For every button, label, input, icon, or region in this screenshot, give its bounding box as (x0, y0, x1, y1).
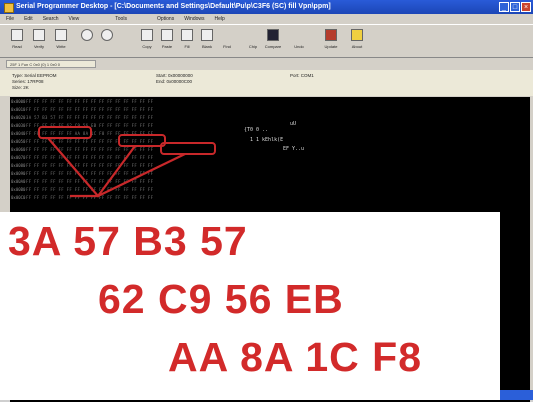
zoom-in-icon (81, 29, 93, 41)
highlight-box (118, 134, 166, 147)
toolbar-button-blank[interactable]: Blank (198, 28, 216, 52)
close-button[interactable]: × (521, 2, 531, 12)
callout-bytes-3: AA 8A 1C F8 (168, 334, 423, 380)
device-type: Type: Serial EEPROM (12, 73, 57, 78)
menu-options[interactable]: Options (157, 14, 174, 24)
menu-search[interactable]: Search (43, 14, 59, 24)
ascii-text: 1 1 kEhlk(E (250, 137, 284, 143)
document-tab[interactable]: 25F 1 Fun C 0x0 (0) 1 0x0 0 (6, 60, 96, 68)
menu-view[interactable]: View (69, 14, 80, 24)
row-address: 0x0060 (11, 147, 26, 152)
title-bar[interactable]: Serial Programmer Desktop - [C:\Document… (0, 0, 533, 14)
application-window: Serial Programmer Desktop - [C:\Document… (0, 0, 533, 402)
maximize-button[interactable]: □ (510, 2, 520, 12)
row-bytes[interactable]: FF FF FF FF FF FF FF FF FF FF FF FF FF F… (26, 179, 153, 184)
toolbar-button-zoom-in[interactable] (78, 28, 96, 52)
row-address: 0x00A0 (11, 179, 26, 184)
fill-icon (181, 29, 193, 41)
compare-icon (267, 29, 279, 41)
paste-icon (161, 29, 173, 41)
row-bytes[interactable]: 3A 57 B3 57 FF FF FF FF FF FF FF FF FF F… (26, 115, 153, 120)
menu-file[interactable]: File (6, 14, 14, 24)
app-icon (4, 3, 14, 13)
row-bytes[interactable]: FF FF FF FF FF FF FF FF FF FF FF FF FF F… (26, 155, 153, 160)
undo-icon (293, 29, 305, 41)
row-bytes[interactable]: FF FF FF FF FF FF FF FF FF FF FF FF FF F… (26, 187, 153, 192)
row-bytes[interactable]: FF FF FF FF FF FF FF FF FF FF FF FF FF F… (26, 147, 153, 152)
row-address: 0x00C0 (11, 195, 26, 200)
toolbar-button-write[interactable]: Write (52, 28, 70, 52)
device-series: Series: 17RP08 (12, 79, 44, 84)
toolbar-button-zoom-out[interactable] (98, 28, 116, 52)
row-address: 0x0020 (11, 115, 26, 120)
toolbar-button-paste[interactable]: Paste (158, 28, 176, 52)
chip-icon (247, 29, 259, 41)
menu-windows[interactable]: Windows (184, 14, 204, 24)
minimize-button[interactable]: _ (499, 2, 509, 12)
toolbar-button-undo[interactable]: Undo (290, 28, 308, 52)
ascii-text: uU (290, 121, 297, 127)
menu-bar: File Edit Search View Tools Options Wind… (0, 14, 533, 24)
ascii-text: EF Y..u (283, 146, 305, 152)
toolbar-button-verify[interactable]: Verify (30, 28, 48, 52)
copy-icon (141, 29, 153, 41)
read-icon (11, 29, 23, 41)
verify-icon (33, 29, 45, 41)
row-bytes[interactable]: FF FF FF FF FF FF FF FF FF FF FF FF FF F… (26, 107, 153, 112)
toolbar-button-about[interactable]: About (348, 28, 366, 52)
device-port: Port: COM1 (290, 73, 314, 78)
row-address: 0x0010 (11, 107, 26, 112)
toolbar-button-update[interactable]: Update (322, 28, 340, 52)
toolbar-button-compare[interactable]: Compare (264, 28, 282, 52)
taskbar[interactable] (500, 390, 533, 400)
row-address: 0x0070 (11, 155, 26, 160)
device-start: Start: 0x00000000 (156, 73, 193, 78)
row-address: 0x0000 (11, 99, 26, 104)
zoom-out-icon (101, 29, 113, 41)
write-icon (55, 29, 67, 41)
menu-help[interactable]: Help (215, 14, 225, 24)
row-address: 0x0090 (11, 171, 26, 176)
row-bytes[interactable]: FF FF FF FF FF FF FF FF FF FF FF FF FF F… (26, 163, 153, 168)
row-bytes[interactable]: FF FF FF FF FF FF FF FF FF FF FF FF FF F… (26, 171, 153, 176)
row-address: 0x00B0 (11, 187, 26, 192)
menu-edit[interactable]: Edit (24, 14, 33, 24)
device-info-panel: Type: Serial EEPROM Series: 17RP08 Size:… (0, 70, 533, 96)
callout-bytes-2: 62 C9 56 EB (98, 276, 344, 322)
device-size: Size: 2K (12, 85, 29, 90)
row-address: 0x0050 (11, 139, 26, 144)
row-address: 0x0040 (11, 131, 26, 136)
window-title: Serial Programmer Desktop - [C:\Document… (16, 3, 331, 10)
ascii-text: {T0 0 .. (244, 127, 269, 133)
toolbar-button-fill[interactable]: Fill (178, 28, 196, 52)
update-icon (325, 29, 337, 41)
row-bytes[interactable]: FF FF FF FF FF FF FF FF FF FF FF FF FF F… (26, 195, 153, 200)
find-icon (221, 29, 233, 41)
menu-tools[interactable]: Tools (115, 14, 127, 24)
row-address: 0x0030 (11, 123, 26, 128)
window-controls: _ □ × (499, 2, 531, 12)
highlight-box (38, 126, 92, 139)
toolbar-button-copy[interactable]: Copy (138, 28, 156, 52)
row-address: 0x0080 (11, 163, 26, 168)
callout-bytes-1: 3A 57 B3 57 (8, 218, 248, 264)
about-icon (351, 29, 363, 41)
toolbar: Read Verify Write Copy Paste Fill Blank … (0, 24, 533, 58)
highlight-box (160, 142, 216, 155)
blank-icon (201, 29, 213, 41)
toolbar-button-find[interactable]: Find (218, 28, 236, 52)
toolbar-button-chip[interactable]: Chip (244, 28, 262, 52)
toolbar-button-read[interactable]: Read (8, 28, 26, 52)
row-bytes[interactable]: FF FF FF FF FF FF FF FF FF FF FF FF FF F… (26, 99, 153, 104)
device-end: End: 0x00000C00 (156, 79, 193, 84)
